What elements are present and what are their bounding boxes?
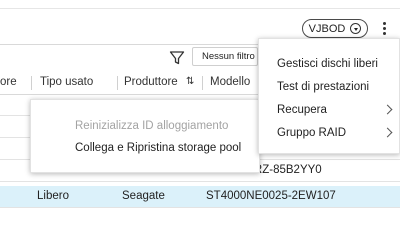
cell-produttore: Seagate — [122, 190, 165, 202]
column-divider — [31, 76, 32, 90]
menu-item-label: Reinizializza ID alloggiamento — [75, 120, 229, 132]
menu-item-recupera[interactable]: Recupera — [259, 100, 399, 122]
column-header-produttore[interactable]: Produttore — [124, 76, 178, 88]
menu-item-label: Gruppo RAID — [277, 127, 347, 139]
filter-dropdown[interactable]: Nessun filtro — [192, 47, 258, 66]
column-divider — [117, 76, 118, 90]
menu-item-gestisci-dischi-liberi[interactable]: Gestisci dischi liberi — [259, 54, 399, 76]
chevron-down-icon — [350, 23, 362, 34]
chevron-right-icon — [382, 104, 393, 115]
menu-item-label: Gestisci dischi liberi — [277, 58, 378, 70]
cell-tipo-usato: Libero — [37, 190, 69, 202]
table-row-selected[interactable]: Libero Seagate ST4000NE0025-2EW107 — [0, 186, 400, 208]
menu-item-test-di-prestazioni[interactable]: Test di prestazioni — [259, 77, 399, 99]
filter-icon[interactable] — [169, 50, 185, 66]
menu-item-label: Test di prestazioni — [277, 81, 370, 93]
menu-item-reinizializza-id: Reinizializza ID alloggiamento — [31, 116, 259, 138]
more-options-menu: Gestisci dischi liberi Test di prestazio… — [258, 38, 400, 154]
cell-modello: ST4000NE0025-2EW107 — [206, 190, 336, 202]
column-divider — [202, 76, 203, 90]
sort-icon[interactable]: ⇅ — [186, 76, 194, 87]
more-vertical-icon[interactable] — [379, 19, 391, 39]
context-menu: Reinizializza ID alloggiamento Collega e… — [30, 99, 260, 173]
menu-item-gruppo-raid[interactable]: Gruppo RAID — [259, 123, 399, 145]
column-header-ore[interactable]: ore — [0, 76, 17, 88]
column-header-tipo-usato[interactable]: Tipo usato — [40, 76, 93, 88]
menu-item-label: Recupera — [277, 104, 327, 116]
divider — [0, 8, 400, 9]
menu-item-collega-ripristina[interactable]: Collega e Ripristina storage pool — [31, 138, 259, 160]
chevron-right-icon — [382, 127, 393, 138]
device-selector[interactable]: VJBOD — [302, 19, 368, 38]
column-header-modello[interactable]: Modello — [210, 76, 250, 88]
filter-value: Nessun filtro — [202, 51, 255, 62]
menu-item-label: Collega e Ripristina storage pool — [75, 142, 242, 154]
device-selector-label: VJBOD — [308, 22, 346, 35]
